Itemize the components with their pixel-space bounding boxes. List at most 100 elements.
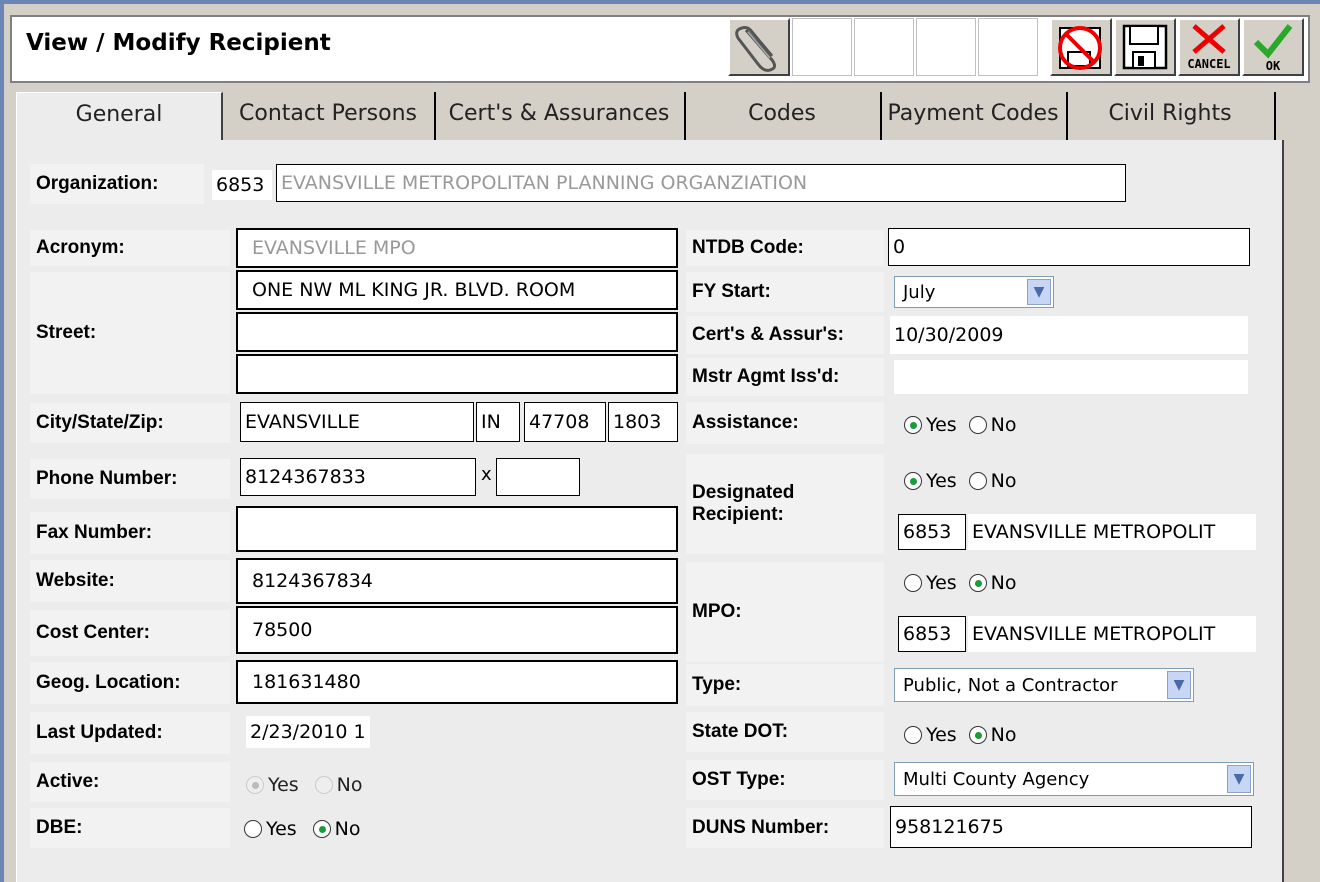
tab-payment-codes[interactable]: Payment Codes bbox=[880, 92, 1068, 140]
tab-codes[interactable]: Codes bbox=[684, 92, 882, 140]
window-title: View / Modify Recipient bbox=[26, 30, 331, 56]
toolbar-blank-1 bbox=[792, 18, 852, 76]
mpo-radio-group: Yes No bbox=[904, 570, 1025, 596]
street-label: Street: bbox=[30, 272, 230, 394]
ntdb-code-label: NTDB Code: bbox=[686, 230, 884, 266]
fax-field[interactable] bbox=[236, 506, 678, 552]
floppy-disk-icon bbox=[1122, 24, 1168, 70]
state-dot-radio-group: Yes No bbox=[904, 722, 1025, 748]
tab-civil-rights[interactable]: Civil Rights bbox=[1066, 92, 1276, 140]
ntdb-code-field[interactable]: 0 bbox=[888, 228, 1250, 266]
mpo-no-radio[interactable] bbox=[968, 574, 987, 592]
active-radio-group: Yes No bbox=[246, 772, 371, 798]
phone-ext-separator: x bbox=[481, 464, 492, 485]
active-yes-radio bbox=[246, 776, 264, 794]
tab-contact-persons[interactable]: Contact Persons bbox=[222, 92, 436, 140]
state-dot-no-label: No bbox=[990, 724, 1017, 746]
state-dot-yes-radio[interactable] bbox=[904, 726, 922, 744]
geog-location-field[interactable]: 181631480 bbox=[236, 660, 678, 704]
designated-yes-radio[interactable] bbox=[904, 472, 922, 490]
state-dot-yes-label: Yes bbox=[926, 724, 957, 746]
ok-button[interactable]: OK bbox=[1242, 18, 1304, 76]
mstr-agmt-label: Mstr Agmt Iss'd: bbox=[686, 358, 884, 396]
organization-name-field[interactable]: EVANSVILLE METROPOLITAN PLANNING ORGANZI… bbox=[276, 164, 1126, 202]
zip4-field[interactable]: 1803 bbox=[608, 402, 678, 442]
cancel-button[interactable]: CANCEL bbox=[1178, 18, 1240, 76]
last-updated-label: Last Updated: bbox=[30, 712, 230, 754]
chevron-down-icon[interactable]: ▼ bbox=[1227, 765, 1251, 793]
mpo-label: MPO: bbox=[686, 562, 884, 662]
website-field[interactable]: 8124367834 bbox=[236, 558, 678, 604]
type-select[interactable]: Public, Not a Contractor ▼ bbox=[894, 668, 1194, 702]
dbe-no-radio[interactable] bbox=[312, 820, 331, 838]
assistance-yes-label: Yes bbox=[926, 414, 957, 436]
certs-assurs-label: Cert's & Assur's: bbox=[686, 316, 884, 354]
dbe-no-label: No bbox=[334, 818, 361, 840]
cancel-x-icon: CANCEL bbox=[1187, 24, 1231, 71]
designated-no-radio[interactable] bbox=[968, 472, 987, 490]
designated-id-field[interactable]: 6853 bbox=[898, 514, 966, 550]
mpo-yes-radio[interactable] bbox=[904, 574, 922, 592]
cancel-button-label: CANCEL bbox=[1187, 57, 1230, 71]
city-field[interactable]: EVANSVILLE bbox=[240, 402, 474, 442]
dbe-label: DBE: bbox=[30, 808, 230, 848]
fax-label: Fax Number: bbox=[30, 512, 230, 554]
active-no-label: No bbox=[336, 774, 363, 796]
fy-start-select[interactable]: July ▼ bbox=[894, 276, 1054, 308]
type-label: Type: bbox=[686, 664, 884, 706]
dbe-yes-label: Yes bbox=[266, 818, 297, 840]
ost-type-select[interactable]: Multi County Agency ▼ bbox=[894, 762, 1254, 796]
designated-yes-label: Yes bbox=[926, 470, 957, 492]
duns-label: DUNS Number: bbox=[686, 808, 884, 848]
chevron-down-icon[interactable]: ▼ bbox=[1167, 671, 1191, 699]
toolbar-blank-2 bbox=[854, 18, 914, 76]
street-line1-field[interactable]: ONE NW ML KING JR. BLVD. ROOM bbox=[236, 270, 678, 310]
last-updated-value: 2/23/2010 1 bbox=[246, 716, 370, 748]
paperclip-icon bbox=[735, 26, 777, 72]
duns-field[interactable]: 958121675 bbox=[890, 806, 1252, 848]
save-button[interactable] bbox=[1114, 18, 1176, 76]
mstr-agmt-value bbox=[894, 360, 1248, 394]
phone-field[interactable]: 8124367833 bbox=[240, 458, 476, 496]
chevron-down-icon[interactable]: ▼ bbox=[1027, 279, 1051, 305]
designated-label-line2: Recipient: bbox=[692, 504, 784, 525]
state-dot-label: State DOT: bbox=[686, 712, 884, 752]
street-line3-field[interactable] bbox=[236, 354, 678, 394]
assistance-label: Assistance: bbox=[686, 402, 884, 444]
cost-center-field[interactable]: 78500 bbox=[236, 606, 678, 654]
mpo-no-label: No bbox=[990, 572, 1017, 594]
mpo-yes-label: Yes bbox=[926, 572, 957, 594]
assistance-no-radio[interactable] bbox=[968, 416, 987, 434]
ost-type-value: Multi County Agency bbox=[903, 768, 1090, 790]
assistance-radio-group: Yes No bbox=[904, 412, 1025, 438]
designated-recipient-label: Designated Recipient: bbox=[686, 454, 884, 554]
city-state-zip-label: City/State/Zip: bbox=[30, 403, 230, 443]
phone-ext-field[interactable] bbox=[496, 458, 580, 496]
checkmark-icon: OK bbox=[1253, 24, 1293, 73]
no-save-button[interactable] bbox=[1050, 18, 1112, 76]
attach-button[interactable] bbox=[728, 18, 790, 76]
certs-assurs-value: 10/30/2009 bbox=[890, 316, 1248, 354]
assistance-yes-radio[interactable] bbox=[904, 416, 922, 434]
fy-start-value: July bbox=[903, 281, 936, 303]
state-field[interactable]: IN bbox=[476, 402, 520, 442]
acronym-label: Acronym: bbox=[30, 230, 230, 266]
street-line2-field[interactable] bbox=[236, 312, 678, 352]
active-label: Active: bbox=[30, 762, 230, 802]
zip-field[interactable]: 47708 bbox=[524, 402, 606, 442]
dbe-yes-radio[interactable] bbox=[244, 820, 262, 838]
website-label: Website: bbox=[30, 560, 230, 602]
dbe-radio-group: Yes No bbox=[244, 816, 369, 842]
state-dot-no-radio[interactable] bbox=[968, 726, 987, 744]
designated-no-label: No bbox=[990, 470, 1017, 492]
ost-type-label: OST Type: bbox=[686, 760, 884, 800]
tab-certs-assurances[interactable]: Cert's & Assurances bbox=[434, 92, 686, 140]
mpo-id-field[interactable]: 6853 bbox=[898, 616, 966, 652]
acronym-field[interactable]: EVANSVILLE MPO bbox=[236, 228, 678, 268]
fy-start-label: FY Start: bbox=[686, 272, 884, 312]
designated-radio-group: Yes No bbox=[904, 468, 1025, 494]
ok-button-label: OK bbox=[1266, 59, 1281, 73]
designated-name-value: EVANSVILLE METROPOLIT bbox=[968, 514, 1256, 550]
cost-center-label: Cost Center: bbox=[30, 610, 230, 656]
no-save-icon bbox=[1058, 26, 1102, 70]
